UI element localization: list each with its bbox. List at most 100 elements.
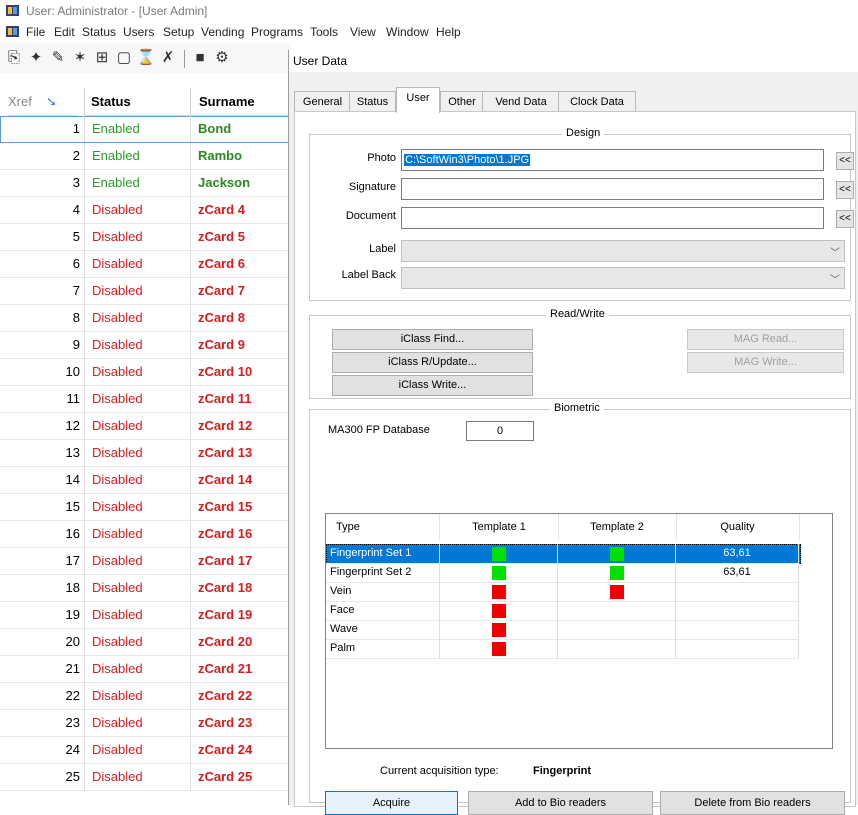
table-row[interactable]: 4 Disabled zCard 4 <box>0 197 290 224</box>
table-row[interactable]: 15 Disabled zCard 15 <box>0 494 290 521</box>
column-header-status[interactable]: Status <box>84 88 195 116</box>
table-row[interactable]: 22 Disabled zCard 22 <box>0 683 290 710</box>
column-header-type[interactable]: Type <box>326 514 440 540</box>
table-row[interactable]: 20 Disabled zCard 20 <box>0 629 290 656</box>
document-browse-button[interactable]: << <box>836 210 854 228</box>
reader-icon[interactable]: ⊞ <box>92 48 112 68</box>
iclass-update-button[interactable]: iClass R/Update... <box>332 352 533 373</box>
menu-edit[interactable]: Edit <box>54 25 75 39</box>
fp-database-field[interactable]: 0 <box>466 421 534 441</box>
table-row[interactable]: 2 Enabled Rambo <box>0 143 290 170</box>
menu-vending[interactable]: Vending <box>201 25 244 39</box>
settings-icon[interactable]: ⚙ <box>212 48 232 68</box>
system-menu-icon[interactable] <box>6 26 19 37</box>
table-row[interactable]: 12 Disabled zCard 12 <box>0 413 290 440</box>
bio-type-text: Wave <box>330 623 358 635</box>
iclass-write-button[interactable]: iClass Write... <box>332 375 533 396</box>
cell-xref: 17 <box>65 553 80 568</box>
acquire-button[interactable]: Acquire <box>325 791 458 815</box>
tab-vend-data[interactable]: Vend Data <box>482 91 560 112</box>
list-item[interactable]: Fingerprint Set 2 63,61 <box>326 563 801 583</box>
column-header-surname[interactable]: Surname <box>190 88 290 116</box>
find-user-icon[interactable]: ✦ <box>26 48 46 68</box>
column-header-template-2[interactable]: Template 2 <box>558 514 677 540</box>
table-row[interactable]: 9 Disabled zCard 9 <box>0 332 290 359</box>
tab-clock-data[interactable]: Clock Data <box>558 91 636 112</box>
template-1-cell <box>440 563 558 583</box>
table-row[interactable]: 23 Disabled zCard 23 <box>0 710 290 737</box>
photo-field[interactable]: C:\SoftWin3\Photo\1.JPG <box>401 149 824 171</box>
document-field[interactable] <box>401 207 824 229</box>
template-1-status-icon <box>492 604 506 618</box>
table-row[interactable]: 18 Disabled zCard 18 <box>0 575 290 602</box>
menu-file[interactable]: File <box>26 25 45 39</box>
save-icon[interactable]: ■ <box>190 48 210 68</box>
signature-field[interactable] <box>401 178 824 200</box>
tab-general[interactable]: General <box>294 91 351 112</box>
tab-other[interactable]: Other <box>440 91 484 112</box>
quality-cell <box>676 639 799 659</box>
table-row[interactable]: 16 Disabled zCard 16 <box>0 521 290 548</box>
menu-setup[interactable]: Setup <box>163 25 194 39</box>
menu-programs[interactable]: Programs <box>251 25 303 39</box>
tab-status[interactable]: Status <box>349 91 396 112</box>
table-row[interactable]: 7 Disabled zCard 7 <box>0 278 290 305</box>
table-row[interactable]: 19 Disabled zCard 19 <box>0 602 290 629</box>
column-header-template-1[interactable]: Template 1 <box>440 514 559 540</box>
table-row[interactable]: 21 Disabled zCard 21 <box>0 656 290 683</box>
menu-status[interactable]: Status <box>82 25 116 39</box>
delete-from-bio-readers-button[interactable]: Delete from Bio readers <box>660 791 845 815</box>
table-row[interactable]: 10 Disabled zCard 10 <box>0 359 290 386</box>
column-divider <box>190 521 191 547</box>
table-row[interactable]: 11 Disabled zCard 11 <box>0 386 290 413</box>
wizard-icon[interactable]: ✶ <box>70 48 90 68</box>
add-to-bio-readers-button[interactable]: Add to Bio readers <box>468 791 653 815</box>
cell-xref: 5 <box>72 229 80 244</box>
table-row[interactable]: 14 Disabled zCard 14 <box>0 467 290 494</box>
table-row[interactable]: 25 Disabled zCard 25 <box>0 764 290 791</box>
list-item[interactable]: Vein <box>326 582 801 602</box>
cell-status: Disabled <box>92 229 143 244</box>
menu-help[interactable]: Help <box>436 25 461 39</box>
menu-users[interactable]: Users <box>123 25 154 39</box>
table-row[interactable]: 5 Disabled zCard 5 <box>0 224 290 251</box>
table-row[interactable]: 8 Disabled zCard 8 <box>0 305 290 332</box>
menu-window[interactable]: Window <box>386 25 429 39</box>
template-1-status-icon <box>492 585 506 599</box>
column-divider <box>84 764 85 790</box>
list-item[interactable]: Fingerprint Set 1 63,61 <box>326 544 801 564</box>
table-row[interactable]: 1 Enabled Bond <box>0 116 290 143</box>
import-icon[interactable]: ✎ <box>48 48 68 68</box>
column-divider <box>190 467 191 493</box>
column-divider <box>190 224 191 250</box>
list-item[interactable]: Face <box>326 601 801 621</box>
exit-icon[interactable]: ✗ <box>158 48 178 68</box>
read-write-group-title: Read/Write <box>546 308 609 320</box>
table-row[interactable]: 24 Disabled zCard 24 <box>0 737 290 764</box>
list-item[interactable]: Wave <box>326 620 801 640</box>
mag-read-button[interactable]: MAG Read... <box>687 329 844 350</box>
menu-tools[interactable]: Tools <box>310 25 338 39</box>
column-header-xref[interactable]: Xref ➘ <box>8 88 78 116</box>
label-back-select[interactable]: ﹀ <box>401 267 845 289</box>
table-row[interactable]: 6 Disabled zCard 6 <box>0 251 290 278</box>
table-row[interactable]: 13 Disabled zCard 13 <box>0 440 290 467</box>
iclass-find-button[interactable]: iClass Find... <box>332 329 533 350</box>
tab-user[interactable]: User <box>396 87 440 113</box>
table-row[interactable]: 17 Disabled zCard 17 <box>0 548 290 575</box>
label-select[interactable]: ﹀ <box>401 240 845 262</box>
photo-browse-button[interactable]: << <box>836 152 854 170</box>
table-row[interactable]: 3 Enabled Jackson <box>0 170 290 197</box>
biometric-list[interactable]: Type Template 1 Template 2 Quality Finge… <box>325 513 833 749</box>
column-header-quality[interactable]: Quality <box>676 514 800 540</box>
mag-write-button[interactable]: MAG Write... <box>687 352 844 373</box>
report-icon[interactable]: ▢ <box>114 48 134 68</box>
new-user-icon[interactable]: ⎘ <box>4 48 24 68</box>
signature-browse-button[interactable]: << <box>836 181 854 199</box>
cell-surname: zCard 24 <box>198 742 253 757</box>
column-divider <box>84 683 85 709</box>
list-item[interactable]: Palm <box>326 639 801 659</box>
clock-icon[interactable]: ⌛ <box>136 48 156 68</box>
cell-surname: zCard 4 <box>198 202 245 217</box>
menu-view[interactable]: View <box>350 25 376 39</box>
